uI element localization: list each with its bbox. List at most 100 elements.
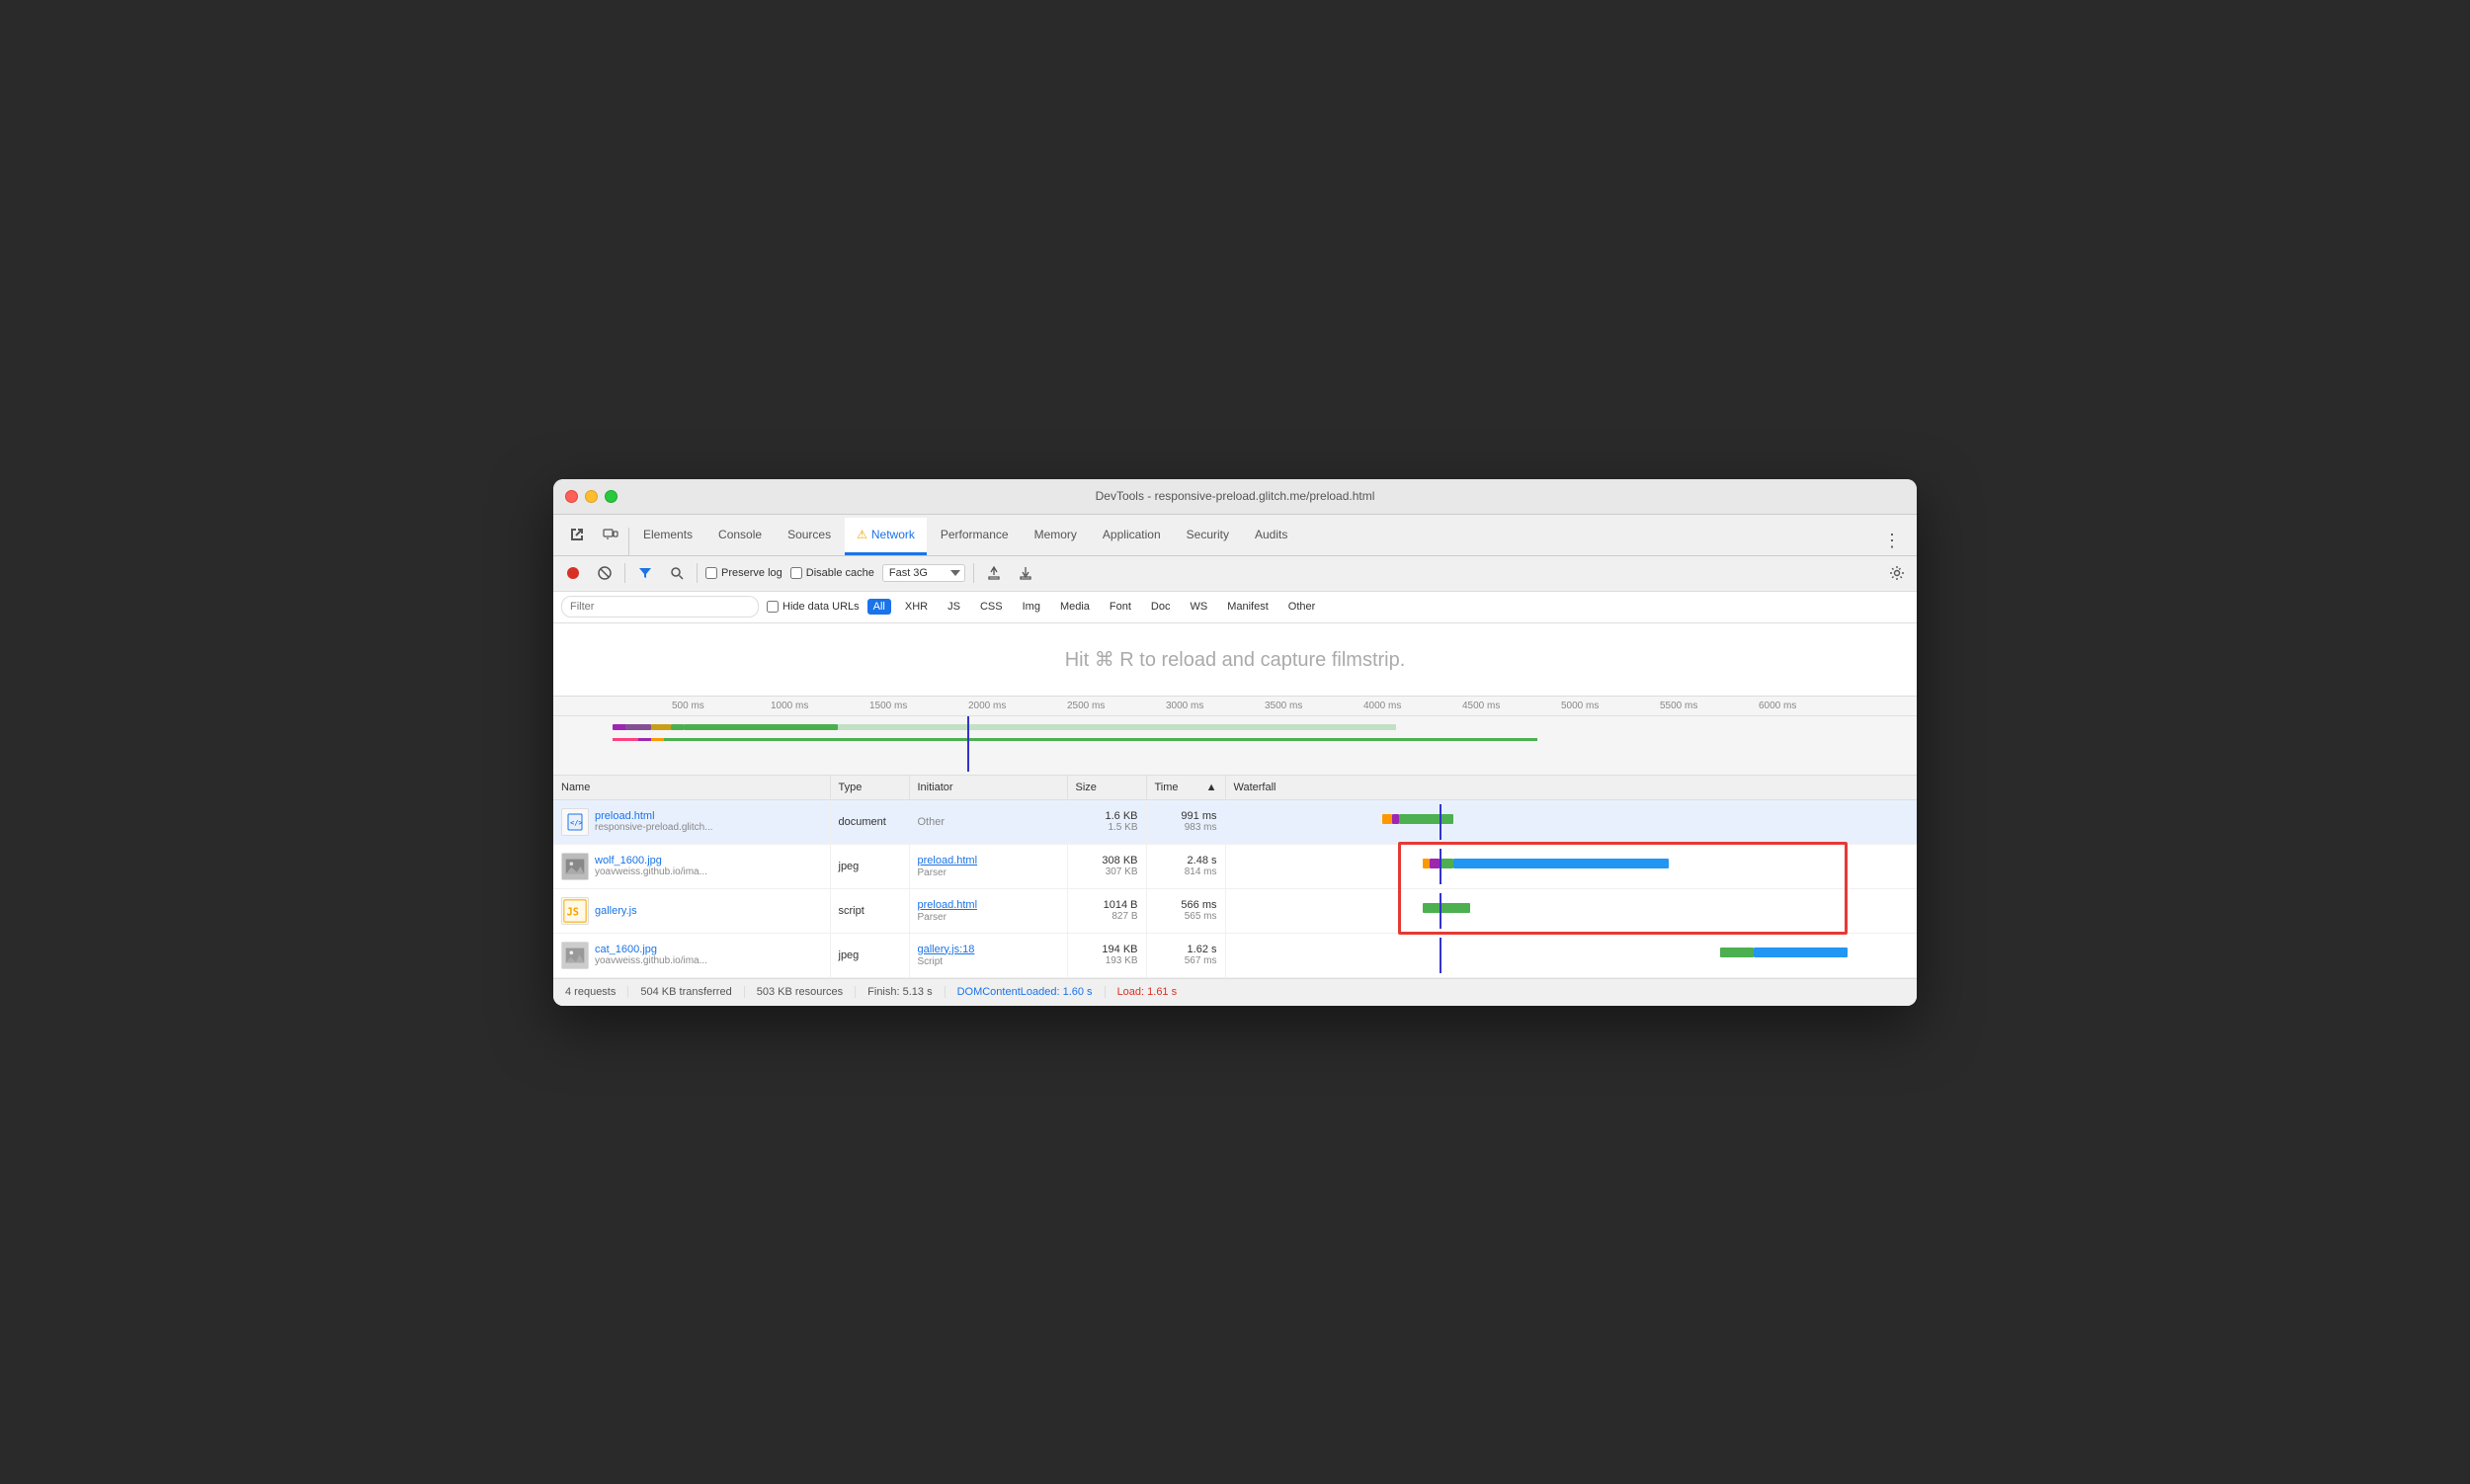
waterfall-cell-1 xyxy=(1225,799,1917,844)
initiator-cell-3: preload.html Parser xyxy=(909,888,1067,933)
preserve-log-checkbox-label[interactable]: Preserve log xyxy=(705,567,782,579)
search-button[interactable] xyxy=(665,561,689,585)
throttle-select[interactable]: Fast 3G No throttling Slow 3G Offline xyxy=(882,564,965,582)
filter-font-button[interactable]: Font xyxy=(1104,599,1137,615)
table-row[interactable]: cat_1600.jpg yoavweiss.github.io/ima... … xyxy=(553,933,1917,977)
time-cell-3: 566 ms 565 ms xyxy=(1146,888,1225,933)
timeline-bars xyxy=(553,716,1917,772)
minimize-button[interactable] xyxy=(585,490,598,503)
tab-memory[interactable]: Memory xyxy=(1023,518,1089,555)
import-har-button[interactable] xyxy=(982,561,1006,585)
col-header-name[interactable]: Name xyxy=(553,776,830,800)
more-tabs-button[interactable]: ⋮ xyxy=(1875,527,1909,555)
disable-cache-checkbox-label[interactable]: Disable cache xyxy=(790,567,874,579)
size-cell-1: 1.6 KB 1.5 KB xyxy=(1067,799,1146,844)
disable-cache-checkbox[interactable] xyxy=(790,567,802,579)
col-header-size[interactable]: Size xyxy=(1067,776,1146,800)
traffic-lights xyxy=(565,490,618,503)
tab-sources[interactable]: Sources xyxy=(776,518,843,555)
mark-2500: 2500 ms xyxy=(1067,701,1166,711)
col-header-type[interactable]: Type xyxy=(830,776,909,800)
tab-device-icon[interactable] xyxy=(595,518,626,555)
record-button[interactable] xyxy=(561,561,585,585)
mark-5500: 5500 ms xyxy=(1660,701,1759,711)
table-row[interactable]: wolf_1600.jpg yoavweiss.github.io/ima...… xyxy=(553,844,1917,888)
initiator-link-2[interactable]: preload.html xyxy=(918,855,978,866)
initiator-cell-1: Other xyxy=(909,799,1067,844)
window-title: DevTools - responsive-preload.glitch.me/… xyxy=(1096,489,1375,503)
time-cell-1: 991 ms 983 ms xyxy=(1146,799,1225,844)
col-header-waterfall[interactable]: Waterfall xyxy=(1225,776,1917,800)
tab-elements[interactable]: Elements xyxy=(631,518,704,555)
tab-network[interactable]: ⚠ Network xyxy=(845,518,927,555)
waterfall-cell-3 xyxy=(1225,888,1917,933)
status-bar: 4 requests 504 KB transferred 503 KB res… xyxy=(553,978,1917,1006)
hide-data-urls-label[interactable]: Hide data URLs xyxy=(767,601,860,613)
mark-4000: 4000 ms xyxy=(1363,701,1462,711)
row2-url: yoavweiss.github.io/ima... xyxy=(595,866,707,877)
title-bar: DevTools - responsive-preload.glitch.me/… xyxy=(553,479,1917,515)
tab-console[interactable]: Console xyxy=(706,518,774,555)
waterfall-cell-4 xyxy=(1225,933,1917,977)
settings-button[interactable] xyxy=(1885,561,1909,585)
filter-manifest-button[interactable]: Manifest xyxy=(1221,599,1275,615)
network-table: Name Type Initiator Size Time ▲ Waterfal… xyxy=(553,776,1917,978)
export-har-button[interactable] xyxy=(1014,561,1037,585)
col-header-time[interactable]: Time ▲ xyxy=(1146,776,1225,800)
close-button[interactable] xyxy=(565,490,578,503)
row4-name: cat_1600.jpg xyxy=(595,944,707,955)
filter-js-button[interactable]: JS xyxy=(942,599,966,615)
time-cell-4: 1.62 s 567 ms xyxy=(1146,933,1225,977)
table-row[interactable]: JS gallery.js script preload.html xyxy=(553,888,1917,933)
filter-img-button[interactable]: Img xyxy=(1017,599,1046,615)
tab-inspect-icon[interactable] xyxy=(561,518,593,555)
tab-audits[interactable]: Audits xyxy=(1243,518,1299,555)
tab-application[interactable]: Application xyxy=(1091,518,1173,555)
mark-4500: 4500 ms xyxy=(1462,701,1561,711)
waterfall-cell-2 xyxy=(1225,844,1917,888)
filter-other-button[interactable]: Other xyxy=(1282,599,1322,615)
col-header-initiator[interactable]: Initiator xyxy=(909,776,1067,800)
hide-data-urls-checkbox[interactable] xyxy=(767,601,779,613)
svg-text:</>: </> xyxy=(570,819,583,827)
filter-all-button[interactable]: All xyxy=(867,599,891,615)
size-cell-3: 1014 B 827 B xyxy=(1067,888,1146,933)
filter-xhr-button[interactable]: XHR xyxy=(899,599,934,615)
devtools-window: DevTools - responsive-preload.glitch.me/… xyxy=(553,479,1917,1006)
filter-media-button[interactable]: Media xyxy=(1054,599,1096,615)
row1-url: responsive-preload.glitch... xyxy=(595,822,713,833)
initiator-link-3[interactable]: preload.html xyxy=(918,899,978,911)
clear-button[interactable] xyxy=(593,561,617,585)
mark-5000: 5000 ms xyxy=(1561,701,1660,711)
mark-3500: 3500 ms xyxy=(1265,701,1363,711)
ruler-marks: 500 ms 1000 ms 1500 ms 2000 ms 2500 ms 3… xyxy=(553,697,1917,716)
filter-input[interactable] xyxy=(561,596,759,618)
preserve-log-checkbox[interactable] xyxy=(705,567,717,579)
filter-icon-button[interactable] xyxy=(633,561,657,585)
filter-css-button[interactable]: CSS xyxy=(974,599,1009,615)
time-cell-2: 2.48 s 814 ms xyxy=(1146,844,1225,888)
type-cell-3: script xyxy=(830,888,909,933)
network-toolbar: Preserve log Disable cache Fast 3G No th… xyxy=(553,556,1917,592)
type-cell-1: document xyxy=(830,799,909,844)
network-table-wrapper: Name Type Initiator Size Time ▲ Waterfal… xyxy=(553,776,1917,978)
table-row[interactable]: </> preload.html responsive-preload.glit… xyxy=(553,799,1917,844)
type-cell-4: jpeg xyxy=(830,933,909,977)
row1-name: preload.html xyxy=(595,810,713,822)
filter-ws-button[interactable]: WS xyxy=(1184,599,1213,615)
requests-count: 4 requests xyxy=(565,986,628,998)
table-header: Name Type Initiator Size Time ▲ Waterfal… xyxy=(553,776,1917,800)
type-cell-2: jpeg xyxy=(830,844,909,888)
svg-text:JS: JS xyxy=(567,907,579,918)
sort-arrow-icon: ▲ xyxy=(1206,782,1217,793)
row4-url: yoavweiss.github.io/ima... xyxy=(595,955,707,966)
name-cell-4: cat_1600.jpg yoavweiss.github.io/ima... xyxy=(553,933,830,977)
initiator-link-4[interactable]: gallery.js:18 xyxy=(918,944,975,955)
resources-size: 503 KB resources xyxy=(757,986,856,998)
tab-security[interactable]: Security xyxy=(1175,518,1241,555)
tab-performance[interactable]: Performance xyxy=(929,518,1021,555)
maximize-button[interactable] xyxy=(605,490,618,503)
mark-500: 500 ms xyxy=(672,701,771,711)
row3-name: gallery.js xyxy=(595,905,637,917)
filter-doc-button[interactable]: Doc xyxy=(1145,599,1177,615)
